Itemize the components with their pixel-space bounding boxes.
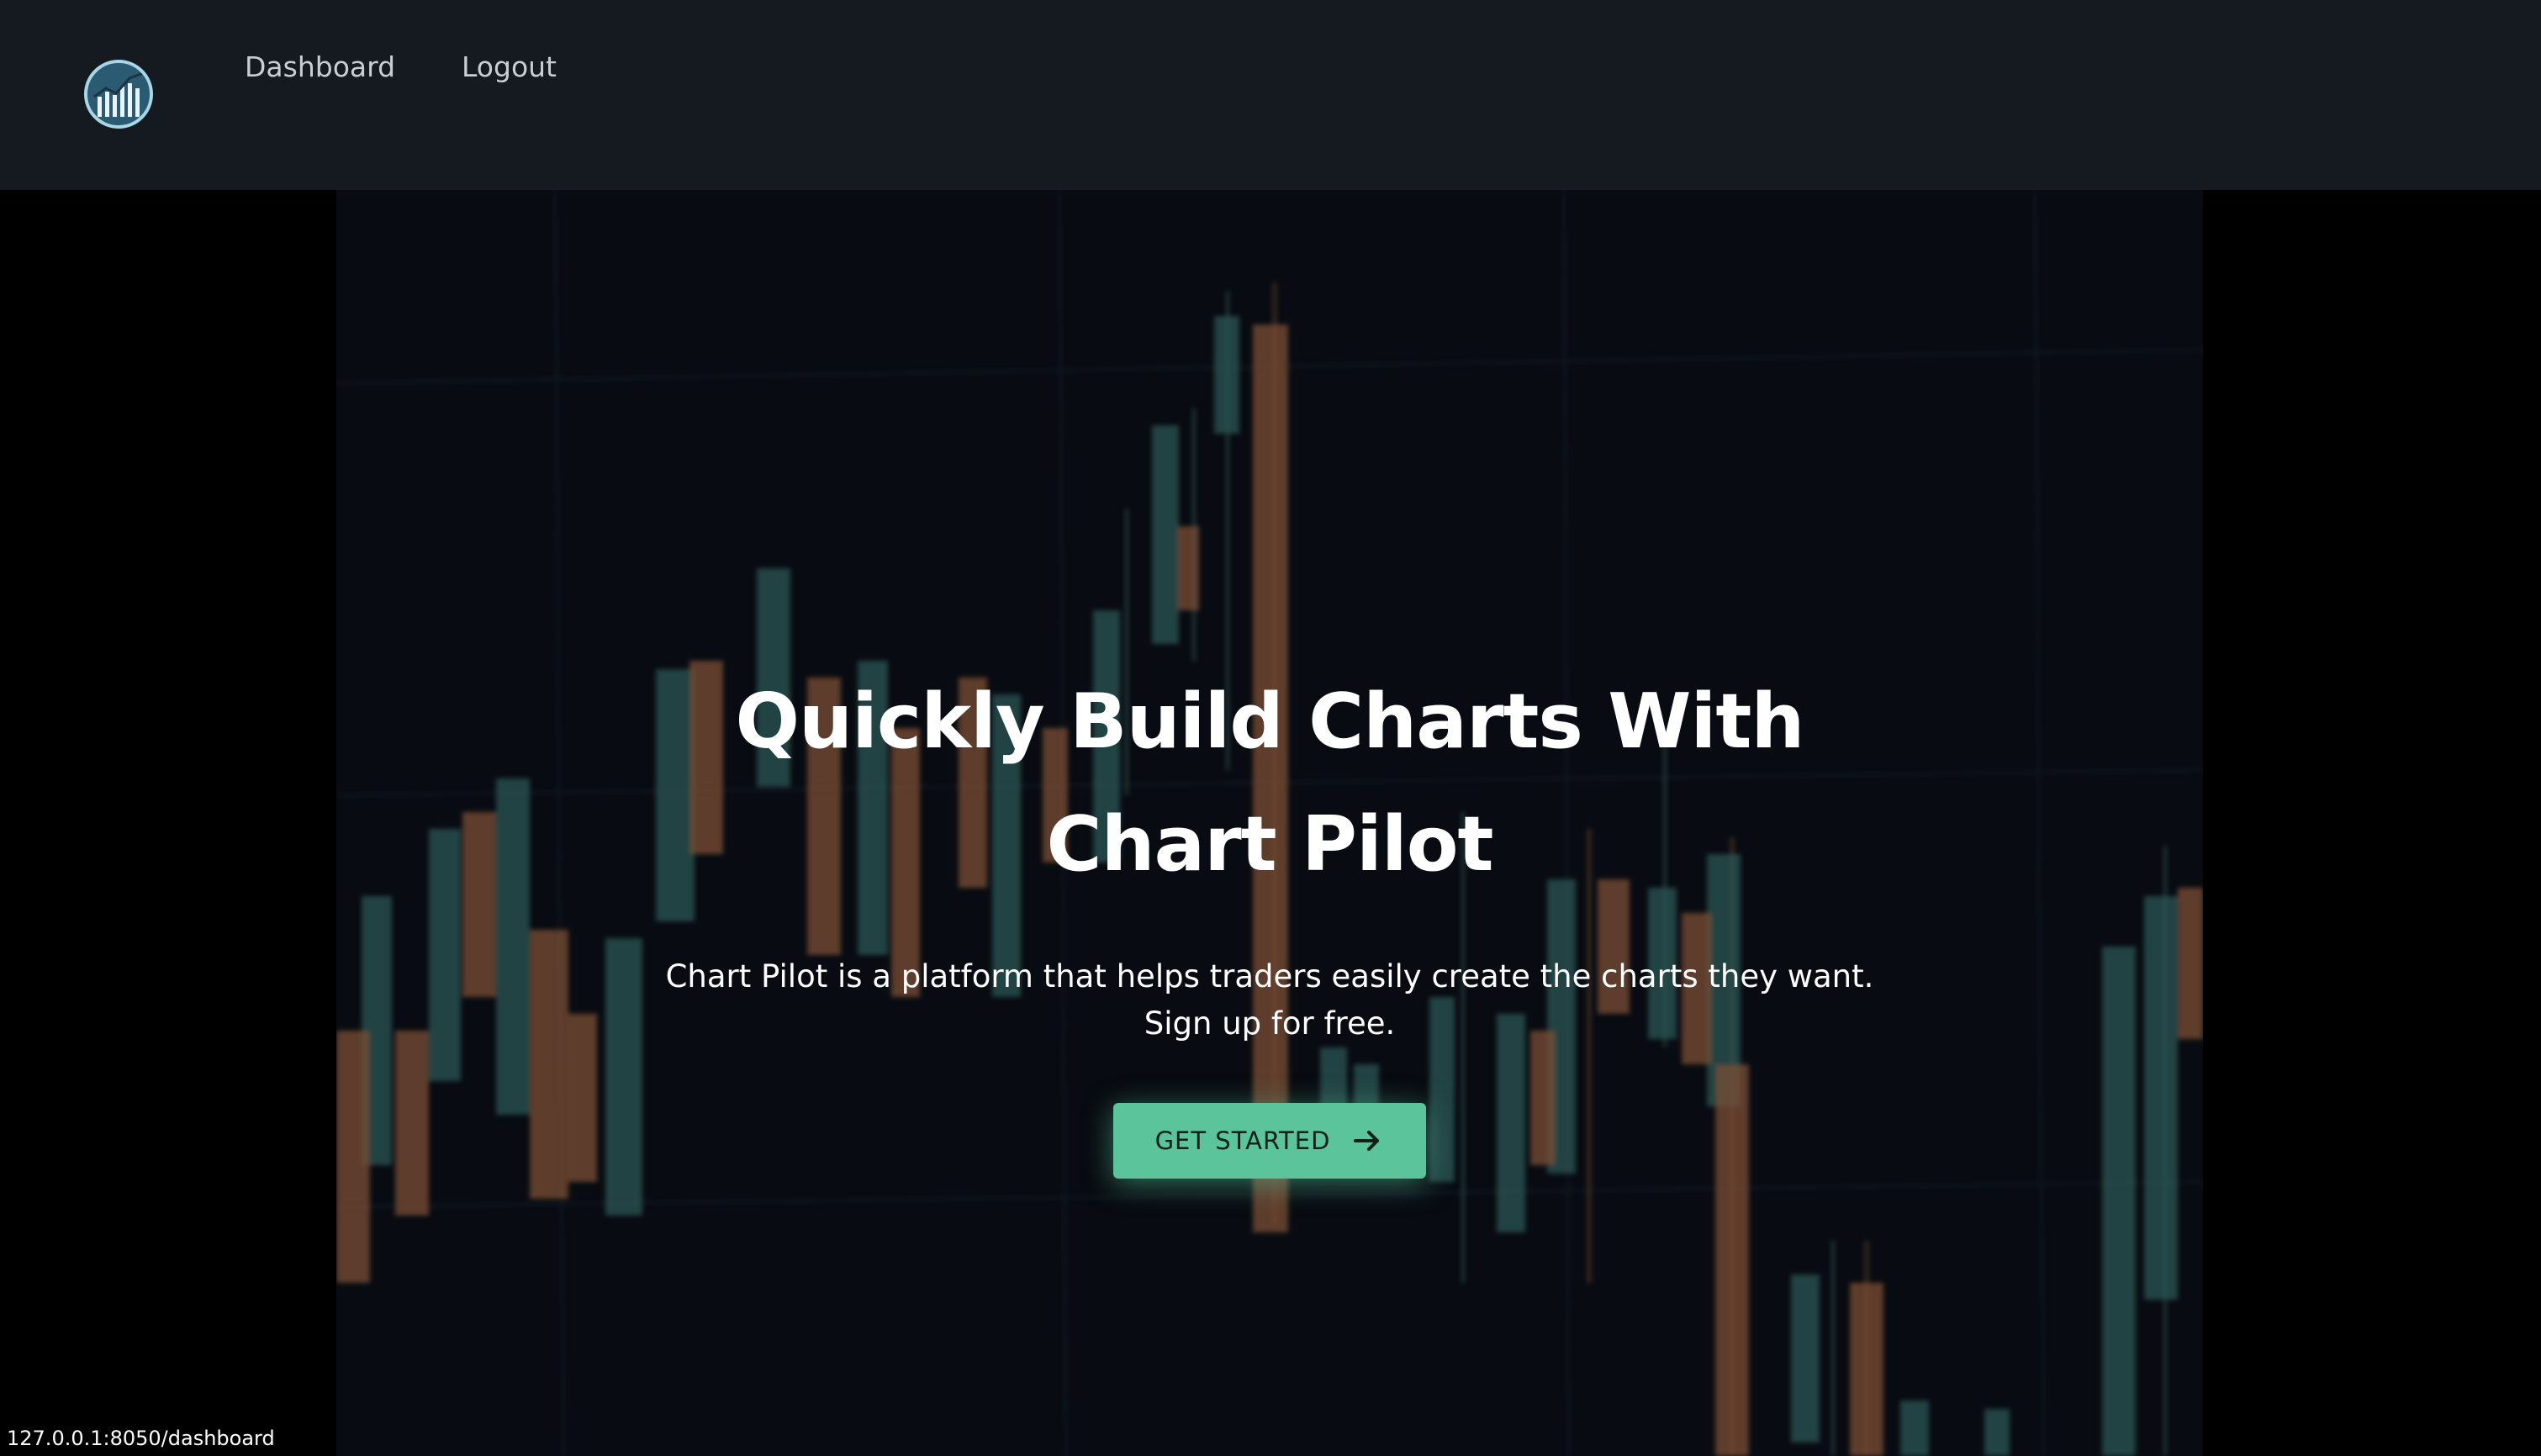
- hero-title-line-1: Quickly Build Charts With: [735, 678, 1805, 766]
- hero-title-line-2: Chart Pilot: [1046, 800, 1493, 889]
- get-started-button[interactable]: GET STARTED: [1113, 1103, 1426, 1179]
- logo-chart-icon: [93, 71, 144, 117]
- arrow-right-icon: [1350, 1124, 1384, 1158]
- hero-subtitle-line-2: Sign up for free.: [1144, 1005, 1396, 1042]
- status-bar-url: 127.0.0.1:8050/dashboard: [0, 1421, 282, 1456]
- chart-pilot-logo[interactable]: [84, 60, 153, 129]
- get-started-label: GET STARTED: [1154, 1126, 1331, 1155]
- hero-subtitle: Chart Pilot is a platform that helps tra…: [336, 953, 2203, 1047]
- navbar: Dashboard Logout: [0, 0, 2541, 190]
- hero-subtitle-line-1: Chart Pilot is a platform that helps tra…: [665, 958, 1874, 994]
- hero-title: Quickly Build Charts With Chart Pilot: [336, 661, 2203, 906]
- nav-link-logout[interactable]: Logout: [462, 49, 557, 86]
- nav-link-dashboard[interactable]: Dashboard: [245, 49, 395, 86]
- hero-section: Quickly Build Charts With Chart Pilot Ch…: [336, 190, 2203, 1456]
